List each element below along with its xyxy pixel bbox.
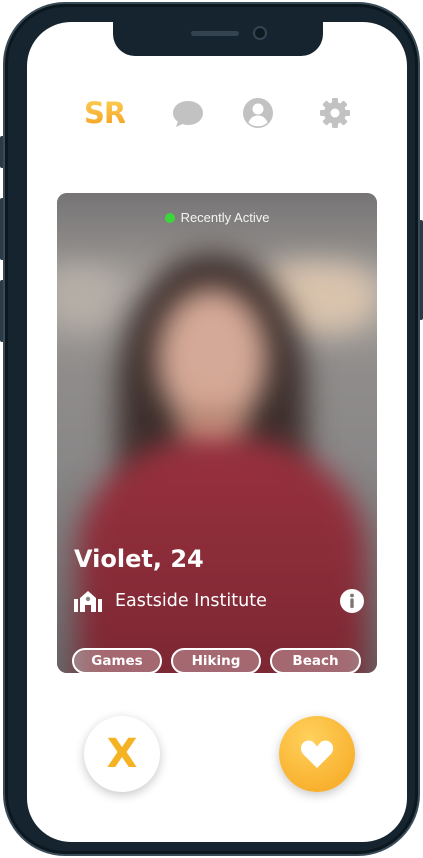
profile-card[interactable]: Recently Active Violet, 24 Eastside Inst…: [57, 193, 377, 673]
notch: [113, 22, 323, 56]
school-building-icon: [74, 591, 102, 612]
activity-status: Recently Active: [57, 210, 377, 225]
gear-icon[interactable]: [318, 96, 352, 130]
heart-icon: [300, 740, 334, 768]
profile-name-age: Violet, 24: [74, 545, 204, 573]
like-button[interactable]: [279, 716, 355, 792]
chat-bubble-icon[interactable]: [171, 96, 205, 130]
speaker-grille: [191, 31, 239, 36]
activity-status-label: Recently Active: [180, 210, 270, 225]
online-dot-icon: [164, 213, 175, 223]
dislike-x-icon: X: [106, 731, 138, 777]
front-camera: [253, 26, 267, 40]
school-row: Eastside Institute: [74, 589, 364, 615]
phone-frame: SR Recently Active Violet, 24 Eastside I…: [3, 2, 420, 856]
profile-icon[interactable]: [241, 96, 275, 130]
tag-games: Games: [72, 648, 162, 673]
dislike-button[interactable]: X: [84, 716, 160, 792]
info-icon[interactable]: [340, 589, 364, 613]
top-nav: SR: [27, 94, 407, 134]
tag-beach: Beach: [270, 648, 361, 673]
tag-hiking: Hiking: [171, 648, 261, 673]
app-logo[interactable]: SR: [84, 96, 126, 130]
app-screen: SR Recently Active Violet, 24 Eastside I…: [27, 22, 407, 842]
school-name: Eastside Institute: [115, 591, 267, 611]
